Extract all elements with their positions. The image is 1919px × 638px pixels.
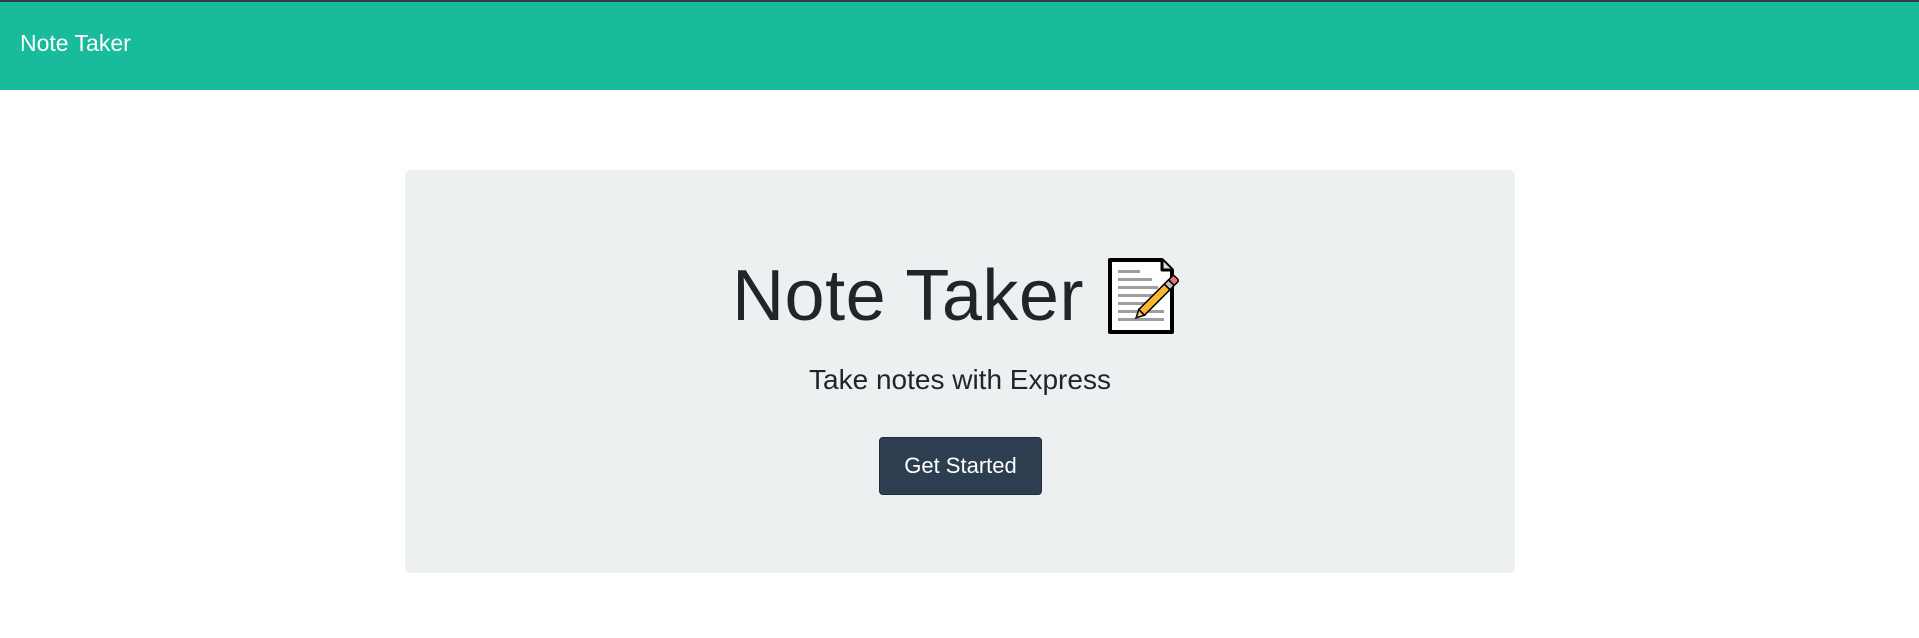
get-started-button[interactable]: Get Started [879,437,1042,495]
navbar-brand[interactable]: Note Taker [20,32,131,55]
memo-icon [1106,256,1188,336]
hero-panel: Note Taker Take notes with Express Get S… [405,170,1515,573]
hero-title-text: Note Taker [732,256,1084,336]
hero-subtitle: Take notes with Express [809,364,1111,395]
navbar: Note Taker [0,0,1919,90]
hero-title: Note Taker [405,256,1515,336]
